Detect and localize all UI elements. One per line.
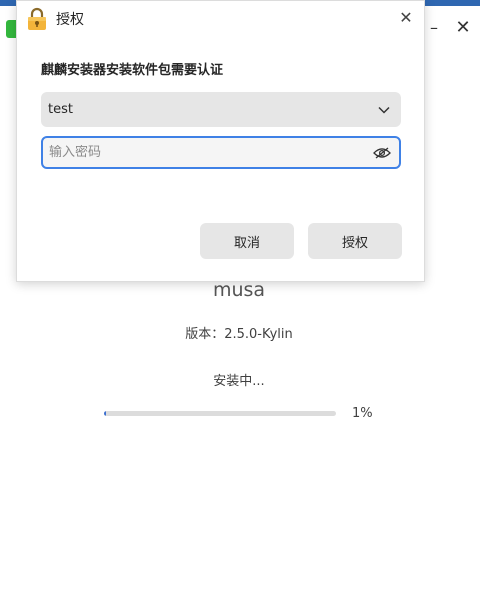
user-select-value: test	[48, 102, 73, 117]
user-select[interactable]: test	[41, 92, 401, 127]
progress-fill	[104, 411, 107, 416]
close-icon[interactable]: ✕	[395, 7, 417, 29]
progress-percent: 1%	[352, 406, 373, 421]
minimize-icon[interactable]: –	[426, 18, 442, 38]
authorize-button[interactable]: 授权	[308, 223, 402, 259]
eye-off-icon[interactable]	[373, 146, 391, 160]
auth-dialog: 授权 ✕ 麒麟安装器安装软件包需要认证 test 取消 授权	[16, 0, 425, 282]
dialog-title-bar: 授权	[26, 7, 84, 31]
dialog-title: 授权	[56, 12, 84, 28]
progress-bar	[104, 411, 336, 416]
window-close-icon[interactable]: ✕	[454, 18, 472, 38]
version-label: 版本：2.5.0-Kylin	[185, 327, 293, 342]
cancel-button[interactable]: 取消	[200, 223, 294, 259]
dialog-heading: 麒麟安装器安装软件包需要认证	[41, 63, 224, 78]
app-name: musa	[212, 279, 266, 301]
chevron-down-icon[interactable]	[377, 103, 391, 117]
lock-icon	[26, 7, 48, 31]
install-status: 安装中...	[213, 374, 265, 389]
password-field[interactable]	[41, 136, 401, 169]
password-input[interactable]	[49, 145, 373, 160]
